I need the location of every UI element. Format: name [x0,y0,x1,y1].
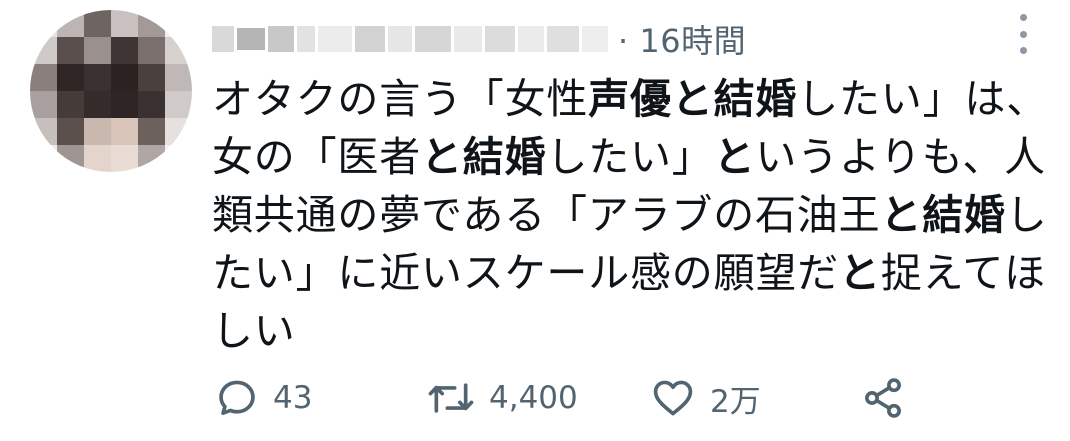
action-bar: 43 4,400 2万 [215,368,915,428]
more-options-icon[interactable] [1016,14,1030,54]
text-segment-bold: 声優と結婚 [588,75,798,123]
tweet-text-line: 類共通の夢である「アラブの石油王と結婚し [212,186,1047,244]
text-segment-bold: と [839,249,881,297]
text-segment: オタクの言う「女性 [212,75,589,123]
text-segment-bold: と結婚 [421,133,547,181]
reply-count: 43 [273,380,313,416]
text-segment: 捉えてほ [880,249,1046,297]
avatar[interactable] [30,10,192,172]
text-segment-bold: と [713,133,756,181]
retweet-button[interactable]: 4,400 [427,368,578,428]
text-segment: したい」は、 [797,75,1049,123]
text-segment: したい」 [546,133,714,181]
share-button[interactable] [861,368,905,428]
author-name-redacted[interactable] [212,17,608,61]
tweet-header: · 16時間 [212,12,746,66]
like-button[interactable]: 2万 [650,368,761,428]
retweet-count: 4,400 [489,380,578,416]
tweet-text: オタクの言う「女性声優と結婚したい」は、 女の「医者と結婚したい」というよりも、… [212,70,1047,360]
text-segment: しい [212,307,296,355]
text-segment: 類共通の夢である「アラブの石油王 [212,191,881,239]
retweet-icon [428,383,474,413]
reply-button[interactable]: 43 [215,368,312,428]
heart-icon [653,380,693,416]
like-count: 2万 [710,383,761,420]
text-segment-bold: と結婚 [880,191,1006,239]
text-segment: し [1005,191,1048,239]
tweet-text-line: たい」に近いスケール感の願望だと捉えてほ [212,244,1045,302]
text-segment: いうよりも、人 [755,133,1046,181]
share-icon [865,378,901,418]
reply-icon [219,380,255,416]
tweet-text-line: 女の「医者と結婚したい」というよりも、人 [212,128,1045,186]
tweet-text-line: しい [212,302,1032,360]
text-segment: たい」に近いスケール感の願望だ [212,249,839,297]
tweet-text-line: オタクの言う「女性声優と結婚したい」は、 [212,70,1047,128]
timestamp[interactable]: · 16時間 [618,16,746,62]
text-segment: 女の「医者 [212,133,421,181]
tweet: · 16時間 オタクの言う「女性声優と結婚したい」は、 女の「医者と結婚したい」… [0,0,1070,441]
